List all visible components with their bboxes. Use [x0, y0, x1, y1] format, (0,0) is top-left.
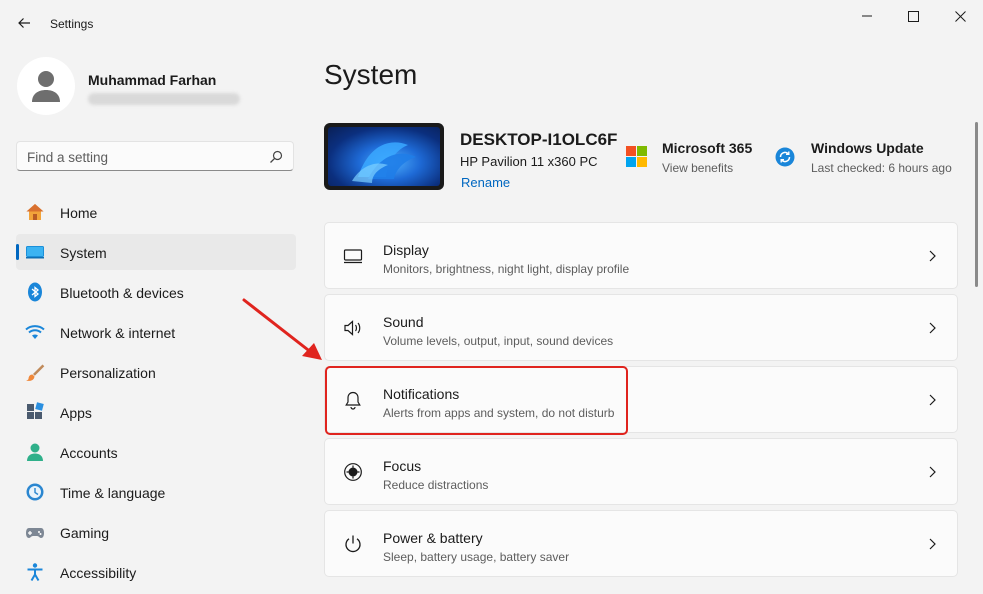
sidebar-item-label: Time & language — [60, 485, 166, 501]
windows-update-title[interactable]: Windows Update — [811, 140, 924, 156]
sidebar-item-label: Accessibility — [60, 565, 137, 581]
profile-email-redacted — [88, 93, 240, 105]
sidebar-item-label: System — [60, 245, 107, 261]
chevron-right-icon — [929, 466, 936, 478]
device-name: DESKTOP-I1OLC6F — [460, 130, 618, 149]
gamepad-icon — [26, 528, 44, 538]
sidebar-item-accounts[interactable]: Accounts — [16, 434, 296, 470]
sidebar-item-label: Gaming — [60, 525, 110, 541]
card-power-battery[interactable]: Power & battery Sleep, battery usage, ba… — [324, 510, 958, 577]
avatar[interactable] — [17, 57, 75, 115]
rename-link[interactable]: Rename — [461, 175, 510, 190]
system-icon — [26, 246, 44, 259]
device-thumbnail — [324, 123, 444, 190]
sidebar-item-home[interactable]: Home — [16, 194, 296, 230]
accounts-icon — [27, 443, 43, 461]
maximize-button[interactable] — [890, 0, 936, 32]
brush-icon — [26, 364, 45, 381]
sidebar-item-time-language[interactable]: Time & language — [16, 474, 296, 510]
wifi-icon — [25, 325, 45, 339]
chevron-right-icon — [929, 322, 936, 334]
card-subtitle: Volume levels, output, input, sound devi… — [383, 334, 614, 348]
accessibility-icon — [27, 563, 43, 582]
page-title: System — [324, 59, 418, 90]
sidebar-item-label: Accounts — [60, 445, 118, 461]
microsoft-365-title[interactable]: Microsoft 365 — [662, 140, 752, 156]
card-title: Sound — [383, 314, 424, 330]
title-bar: Settings — [0, 0, 983, 46]
close-button[interactable] — [937, 0, 983, 32]
scrollbar-thumb[interactable] — [975, 122, 978, 287]
sidebar-item-label: Home — [60, 205, 98, 221]
windows-update-subtitle[interactable]: Last checked: 6 hours ago — [811, 161, 952, 175]
monitor-icon — [343, 249, 363, 264]
sidebar-item-label: Personalization — [60, 365, 156, 381]
card-title: Display — [383, 242, 429, 258]
card-subtitle: Sleep, battery usage, battery saver — [383, 550, 570, 564]
card-display[interactable]: Display Monitors, brightness, night ligh… — [324, 222, 958, 289]
app-title: Settings — [50, 17, 94, 31]
close-icon — [954, 10, 966, 22]
minimize-icon — [862, 15, 872, 17]
card-title: Power & battery — [383, 530, 483, 546]
card-focus[interactable]: Focus Reduce distractions — [324, 438, 958, 505]
sidebar-item-accessibility[interactable]: Accessibility — [16, 554, 296, 590]
profile-name: Muhammad Farhan — [88, 72, 217, 88]
maximize-icon — [907, 10, 919, 22]
sidebar-item-gaming[interactable]: Gaming — [16, 514, 296, 550]
card-subtitle: Monitors, brightness, night light, displ… — [383, 262, 630, 276]
annotation-highlight-box — [325, 366, 628, 435]
chevron-right-icon — [929, 394, 936, 406]
minimize-button[interactable] — [844, 0, 890, 32]
back-arrow-icon — [18, 18, 30, 28]
annotation-arrow-icon — [242, 298, 322, 360]
user-icon — [32, 71, 60, 102]
chevron-right-icon — [929, 250, 936, 262]
home-icon — [26, 204, 44, 220]
sidebar-item-label: Network & internet — [60, 325, 176, 341]
power-icon — [345, 535, 361, 553]
windows-bloom-wallpaper-icon — [352, 142, 416, 183]
card-subtitle: Reduce distractions — [383, 478, 489, 492]
microsoft-365-subtitle[interactable]: View benefits — [662, 161, 733, 175]
bluetooth-icon — [28, 282, 42, 302]
clock-globe-icon — [26, 483, 44, 501]
search-placeholder: Find a setting — [27, 150, 109, 165]
chevron-right-icon — [929, 538, 936, 550]
speaker-icon — [344, 320, 361, 336]
sidebar-item-system[interactable]: System — [16, 234, 296, 270]
card-sound[interactable]: Sound Volume levels, output, input, soun… — [324, 294, 958, 361]
sidebar-item-label: Apps — [60, 405, 92, 421]
sidebar-item-label: Bluetooth & devices — [60, 285, 184, 301]
search-input[interactable]: Find a setting — [16, 141, 294, 171]
card-title: Focus — [383, 458, 422, 474]
device-model: HP Pavilion 11 x360 PC — [460, 154, 598, 169]
sidebar-nav: Home System Bluetooth & devices Network … — [16, 194, 296, 594]
windows-update-icon — [775, 147, 795, 167]
search-icon — [270, 150, 283, 163]
sidebar-item-apps[interactable]: Apps — [16, 394, 296, 430]
apps-icon — [27, 402, 44, 419]
microsoft-logo-icon — [626, 146, 647, 167]
back-button[interactable] — [12, 11, 36, 35]
focus-icon — [344, 463, 362, 481]
